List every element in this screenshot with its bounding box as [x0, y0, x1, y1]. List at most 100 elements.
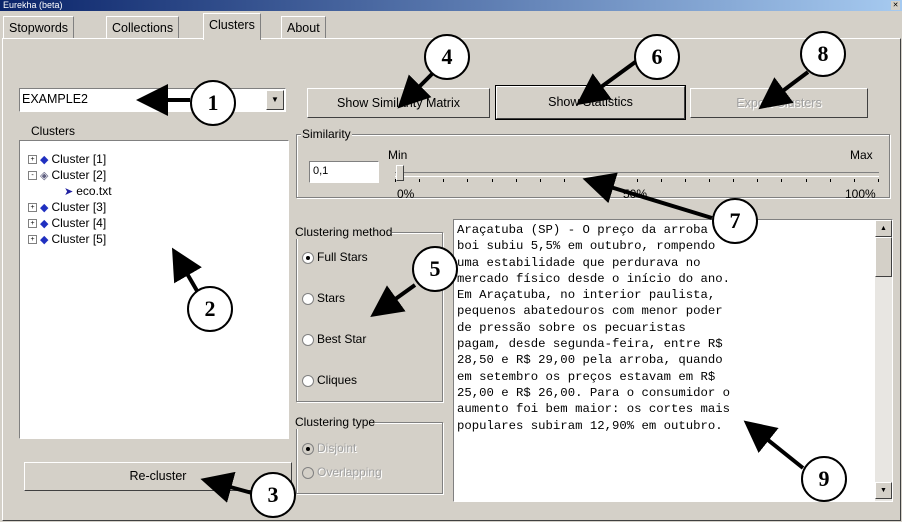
- tree-item-label: Cluster [2]: [51, 168, 107, 182]
- scroll-down-icon[interactable]: ▼: [875, 482, 892, 499]
- close-icon[interactable]: ✕: [891, 1, 900, 10]
- collection-select[interactable]: EXAMPLE2 ▼: [19, 88, 286, 112]
- slider-tick: [757, 179, 758, 182]
- cluster-icon: ◆: [40, 218, 49, 230]
- radio-icon: [302, 442, 314, 455]
- document-text: Araçatuba (SP) - O preço da arroba do bo…: [457, 223, 731, 433]
- slider-tick: [467, 179, 468, 182]
- slider-tick: [637, 179, 638, 182]
- expand-icon[interactable]: +: [28, 235, 37, 245]
- clustering-method-label: Clustering method: [295, 225, 393, 239]
- tab-stopwords[interactable]: Stopwords: [3, 16, 75, 39]
- cluster-icon: ◆: [40, 154, 49, 166]
- slider-tick: [443, 179, 444, 182]
- radio-label: Best Star: [317, 332, 367, 346]
- radio-icon: [302, 251, 314, 264]
- radio-icon: [302, 374, 314, 387]
- slider-tick: [419, 179, 420, 182]
- callout-3: 3: [250, 472, 296, 518]
- tree-item-label: eco.txt: [76, 184, 112, 198]
- tree-item-eco-txt[interactable]: ➤ eco.txt: [64, 183, 112, 199]
- radio-cliques[interactable]: Cliques: [302, 373, 357, 387]
- slider-tick: [733, 179, 734, 182]
- radio-overlapping[interactable]: Overlapping: [302, 465, 382, 479]
- slider-tick: [516, 179, 517, 182]
- slider-tick: [685, 179, 686, 182]
- slider-tick: [612, 179, 613, 182]
- callout-6: 6: [634, 34, 680, 80]
- clustering-type-group: Clustering type: [295, 415, 443, 494]
- cluster-icon: ◆: [40, 234, 49, 246]
- similarity-label: Similarity: [301, 127, 352, 141]
- callout-1: 1: [190, 80, 236, 126]
- collection-select-value: EXAMPLE2: [22, 92, 89, 106]
- cluster-open-icon: ◈: [40, 170, 49, 182]
- radio-full-stars[interactable]: Full Stars: [302, 250, 368, 264]
- slider-tick-label-0: 0%: [397, 187, 415, 201]
- document-arrow-icon: ➤: [64, 186, 74, 198]
- slider-max-label: Max: [850, 148, 873, 162]
- slider-tick-label-50: 50%: [623, 187, 648, 201]
- slider-tick: [806, 179, 807, 182]
- callout-8: 8: [800, 31, 846, 77]
- similarity-group: Similarity: [296, 127, 890, 198]
- expand-icon[interactable]: +: [28, 203, 37, 213]
- tree-item-label: Cluster [3]: [51, 200, 107, 214]
- similarity-input[interactable]: 0,1: [309, 161, 379, 183]
- radio-icon: [302, 466, 314, 479]
- chevron-down-icon[interactable]: ▼: [266, 90, 284, 110]
- scrollbar-thumb[interactable]: [875, 237, 892, 277]
- callout-2: 2: [187, 286, 233, 332]
- similarity-input-value: 0,1: [313, 165, 329, 177]
- radio-label: Cliques: [317, 373, 358, 387]
- tree-item-cluster-3[interactable]: + ◆ Cluster [3]: [28, 199, 106, 215]
- vertical-scrollbar[interactable]: ▲ ▼: [875, 220, 892, 501]
- slider-ticks: [395, 179, 879, 183]
- slider-tick: [588, 179, 589, 182]
- callout-9: 9: [801, 456, 847, 502]
- show-similarity-matrix-button[interactable]: Show Similarity Matrix: [307, 88, 490, 118]
- tab-clusters[interactable]: Clusters: [203, 13, 261, 40]
- callout-7: 7: [712, 198, 758, 244]
- slider-tick: [709, 179, 710, 182]
- tree-item-cluster-5[interactable]: + ◆ Cluster [5]: [28, 231, 106, 247]
- radio-stars[interactable]: Stars: [302, 291, 345, 305]
- tree-item-label: Cluster [1]: [51, 152, 107, 166]
- expand-icon[interactable]: +: [28, 219, 37, 229]
- tree-item-label: Cluster [4]: [51, 216, 107, 230]
- tree-item-cluster-1[interactable]: + ◆ Cluster [1]: [28, 151, 106, 167]
- slider-tick: [830, 179, 831, 182]
- export-button[interactable]: Export Clusters: [690, 88, 868, 118]
- slider-tick: [854, 179, 855, 182]
- radio-label: Overlapping: [317, 465, 382, 479]
- clusters-label: Clusters: [31, 124, 76, 138]
- expand-icon[interactable]: +: [28, 155, 37, 165]
- tab-collections[interactable]: Collections: [106, 16, 180, 39]
- slider-tick-label-100: 100%: [845, 187, 876, 201]
- radio-label: Disjoint: [317, 441, 357, 455]
- slider-min-label: Min: [388, 148, 408, 162]
- tree-item-cluster-4[interactable]: + ◆ Cluster [4]: [28, 215, 106, 231]
- clusters-tree[interactable]: + ◆ Cluster [1] - ◈ Cluster [2] ➤ eco.txt + ◆ C…: [19, 140, 289, 439]
- slider-tick: [564, 179, 565, 182]
- tree-item-label: Cluster [5]: [51, 232, 107, 246]
- slider-tick: [781, 179, 782, 182]
- window-title: Eurekha (beta): [3, 0, 63, 10]
- slider-tick: [878, 179, 879, 182]
- show-statistics-button[interactable]: Show Statistics: [495, 85, 686, 120]
- radio-best-star[interactable]: Best Star: [302, 332, 366, 346]
- cluster-icon: ◆: [40, 202, 49, 214]
- slider-tick: [661, 179, 662, 182]
- callout-5: 5: [412, 246, 458, 292]
- tree-item-cluster-2[interactable]: - ◈ Cluster [2]: [28, 167, 106, 183]
- similarity-slider-thumb[interactable]: [396, 165, 404, 181]
- title-bar: Eurekha (beta) ✕: [0, 0, 902, 11]
- collapse-icon[interactable]: -: [28, 171, 37, 181]
- radio-disjoint[interactable]: Disjoint: [302, 441, 356, 455]
- similarity-slider-track[interactable]: [395, 172, 879, 177]
- clustering-type-label: Clustering type: [295, 415, 376, 429]
- scroll-up-icon[interactable]: ▲: [875, 220, 892, 237]
- slider-tick: [540, 179, 541, 182]
- tab-about[interactable]: About: [281, 16, 326, 39]
- radio-icon: [302, 333, 314, 346]
